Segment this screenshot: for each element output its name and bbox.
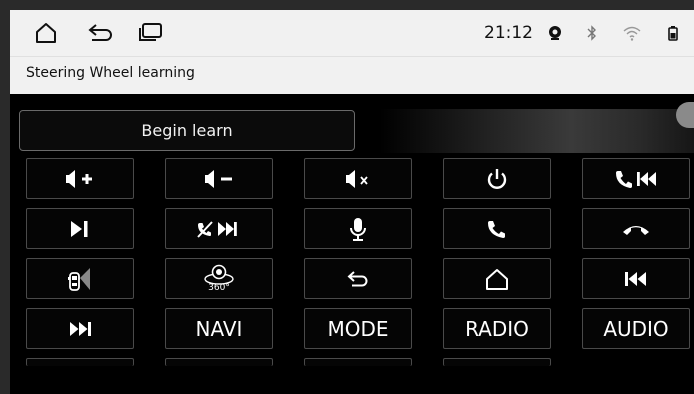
volume-down-icon — [205, 169, 232, 188]
call-previous-icon — [616, 170, 656, 188]
car-sound-icon — [68, 267, 90, 291]
previous-track-icon — [625, 271, 646, 286]
car-sound-button[interactable] — [26, 258, 134, 299]
answer-call-button[interactable] — [443, 208, 551, 249]
next-track-icon — [70, 321, 91, 336]
back-arrow-icon — [347, 270, 368, 286]
camera-360-button[interactable]: 360° — [165, 258, 273, 299]
call-previous-button[interactable] — [582, 158, 690, 199]
left-border — [0, 0, 10, 394]
mute-icon — [346, 169, 368, 188]
next-track-button[interactable] — [26, 308, 134, 349]
begin-learn-button[interactable]: Begin learn — [19, 110, 355, 151]
top-border — [0, 0, 694, 10]
play-pause-icon — [71, 220, 88, 237]
key-partial[interactable] — [443, 358, 551, 366]
bluetooth-icon — [584, 10, 600, 56]
volume-up-button[interactable] — [26, 158, 134, 199]
learning-panel: Begin learn 360° NAVI MODE RADIO AUDIO — [10, 94, 694, 394]
hangup-next-button[interactable] — [165, 208, 273, 249]
clock: 21:12 — [484, 23, 533, 43]
back-icon[interactable] — [82, 10, 118, 56]
home-icon[interactable] — [30, 10, 62, 56]
audio-button[interactable]: AUDIO — [582, 308, 690, 349]
key-partial[interactable] — [304, 358, 412, 366]
wifi-icon — [620, 10, 644, 56]
home-icon — [486, 268, 508, 290]
phone-hangup-icon — [623, 225, 649, 235]
power-icon — [487, 168, 507, 189]
volume-down-button[interactable] — [165, 158, 273, 199]
microphone-icon — [350, 217, 366, 241]
home-key-button[interactable] — [443, 258, 551, 299]
location-icon — [546, 10, 564, 56]
navi-button[interactable]: NAVI — [165, 308, 273, 349]
hangup-next-icon — [197, 220, 237, 238]
recent-apps-icon[interactable] — [134, 10, 168, 56]
voice-button[interactable] — [304, 208, 412, 249]
status-bar: 21:12 — [10, 10, 694, 56]
page-title: Steering Wheel learning — [26, 65, 195, 81]
volume-up-icon — [66, 169, 92, 188]
phone-answer-icon — [488, 220, 505, 238]
back-key-button[interactable] — [304, 258, 412, 299]
battery-icon — [664, 10, 682, 56]
power-button[interactable] — [443, 158, 551, 199]
play-pause-button[interactable] — [26, 208, 134, 249]
key-partial[interactable] — [165, 358, 273, 366]
camera-360-label: 360° — [208, 283, 230, 293]
mode-button[interactable]: MODE — [304, 308, 412, 349]
previous-track-button[interactable] — [582, 258, 690, 299]
mute-button[interactable] — [304, 158, 412, 199]
hangup-button[interactable] — [582, 208, 690, 249]
title-bar: Steering Wheel learning — [10, 56, 694, 95]
key-partial[interactable] — [26, 358, 134, 366]
radio-button[interactable]: RADIO — [443, 308, 551, 349]
